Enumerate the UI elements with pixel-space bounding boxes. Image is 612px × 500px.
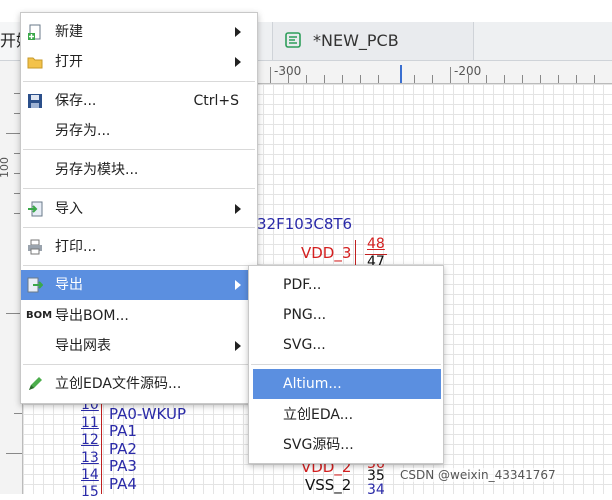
submenu-item-pdf[interactable]: PDF... <box>249 270 443 300</box>
bom-icon: BOM <box>26 310 53 321</box>
pencil-icon <box>29 377 42 390</box>
menu-separator <box>23 149 255 150</box>
ruler-top: -300 -200 <box>258 61 612 84</box>
chevron-right-icon <box>235 57 241 67</box>
import-icon <box>28 201 43 217</box>
menu-separator <box>23 364 255 365</box>
pin-name: PA4 <box>109 475 137 493</box>
menu-separator <box>23 265 255 266</box>
menu-item-export[interactable]: 导出 <box>21 270 257 300</box>
pcb-icon <box>285 32 301 48</box>
menu-item-save-as-module[interactable]: 另存为模块... <box>21 155 257 185</box>
submenu-item-lceda[interactable]: 立创EDA... <box>249 400 443 430</box>
chevron-right-icon <box>235 204 241 214</box>
pin-number: 14 <box>81 467 99 483</box>
menu-separator <box>23 227 255 228</box>
part-name: 32F103C8T6 <box>257 215 353 233</box>
pin-name: VSS_2 <box>305 476 352 494</box>
pin-name: PA0-WKUP <box>109 405 186 423</box>
export-icon <box>27 277 43 293</box>
menu-item-lceda-source[interactable]: 立创EDA文件源码... <box>21 369 257 399</box>
new-file-icon <box>28 24 41 40</box>
pin-name: PA3 <box>109 457 137 475</box>
folder-icon <box>27 57 43 69</box>
submenu-item-png[interactable]: PNG... <box>249 300 443 330</box>
printer-icon <box>28 239 42 255</box>
tab-new-pcb-label: *NEW_PCB <box>313 31 399 50</box>
menu-item-print[interactable]: 打印... <box>21 232 257 262</box>
save-icon <box>28 94 42 108</box>
menu-item-save[interactable]: 保存... Ctrl+S <box>21 86 257 116</box>
chevron-right-icon <box>235 341 241 351</box>
menu-item-open[interactable]: 打开 <box>21 47 257 77</box>
chevron-right-icon <box>235 27 241 37</box>
menu-separator <box>23 81 255 82</box>
menu-item-export-bom[interactable]: BOM 导出BOM... <box>21 301 257 331</box>
menu-item-new[interactable]: 新建 <box>21 17 257 47</box>
menu-separator <box>251 364 441 365</box>
pin-number: 11 <box>81 415 99 431</box>
submenu-item-svg-source[interactable]: SVG源码... <box>249 430 443 460</box>
pin-name: PA2 <box>109 440 137 458</box>
pin-number: 13 <box>81 450 99 466</box>
submenu-item-altium[interactable]: Altium... <box>253 369 441 399</box>
submenu-item-svg[interactable]: SVG... <box>249 330 443 360</box>
ruler-label: -300 <box>274 64 302 78</box>
menu-item-import[interactable]: 导入 <box>21 194 257 224</box>
ruler-label: 100 <box>0 157 11 178</box>
chevron-right-icon <box>235 280 241 290</box>
export-submenu: PDF... PNG... SVG... Altium... 立创EDA... … <box>248 265 444 464</box>
file-menu: 新建 打开 保存... Ctrl+S 另存为... 另存为模块... 导入 打印… <box>20 12 258 404</box>
pin-number: 12 <box>81 432 99 448</box>
ruler-label: -200 <box>454 64 482 78</box>
menu-separator <box>23 188 255 189</box>
pin-number: 48 <box>367 236 385 252</box>
pin-name: VDD_3 <box>301 244 352 262</box>
watermark: CSDN @weixin_43341767 <box>400 468 556 482</box>
tab-new-pcb[interactable]: *NEW_PCB <box>272 22 474 60</box>
menu-item-export-netlist[interactable]: 导出网表 <box>21 331 257 361</box>
pin-number: 15 <box>81 484 99 500</box>
pin-name: PA1 <box>109 422 137 440</box>
pin-number: 34 <box>367 482 385 498</box>
menu-item-save-as[interactable]: 另存为... <box>21 116 257 146</box>
